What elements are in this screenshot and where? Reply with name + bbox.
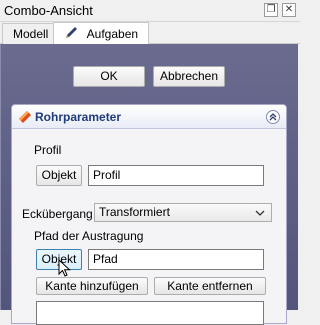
transition-label: Eckübergang bbox=[22, 207, 93, 221]
tab-label: Aufgaben bbox=[86, 27, 139, 41]
add-edge-button[interactable]: Kante hinzufügen bbox=[36, 277, 148, 295]
pipe-icon bbox=[17, 109, 33, 128]
cancel-button[interactable]: Abbrechen bbox=[153, 66, 225, 87]
task-panel: OK Abbrechen Rohrparameter Profil Objekt… bbox=[0, 44, 298, 325]
profile-label: Profil bbox=[34, 143, 62, 157]
collapse-icon[interactable] bbox=[266, 110, 280, 124]
mouse-cursor-icon bbox=[58, 258, 74, 282]
transition-select[interactable]: Transformiert bbox=[94, 203, 272, 222]
tab-label: Modell bbox=[13, 27, 49, 41]
float-icon[interactable]: ❐ bbox=[264, 3, 278, 17]
path-field[interactable]: Pfad bbox=[88, 249, 264, 270]
path-label: Pfad der Austragung bbox=[34, 229, 144, 243]
ok-button[interactable]: OK bbox=[73, 66, 145, 87]
window-title: Combo-Ansicht bbox=[4, 3, 93, 18]
window-titlebar: Combo-Ansicht ❐ ✕ bbox=[0, 0, 300, 22]
pipe-parameters-section: Rohrparameter Profil Objekt Profil Ecküb… bbox=[11, 104, 287, 325]
section-title: Rohrparameter bbox=[35, 110, 122, 124]
profile-field[interactable]: Profil bbox=[88, 165, 264, 186]
edge-list[interactable] bbox=[36, 301, 264, 325]
profile-object-button[interactable]: Objekt bbox=[36, 165, 82, 186]
pen-icon bbox=[64, 26, 80, 43]
section-header: Rohrparameter bbox=[12, 105, 286, 129]
tab-bar: Modell Aufgaben bbox=[0, 22, 300, 45]
transition-value: Transformiert bbox=[99, 205, 170, 219]
tab-modell[interactable]: Modell bbox=[2, 23, 60, 44]
tab-aufgaben[interactable]: Aufgaben bbox=[53, 22, 150, 45]
chevron-down-icon bbox=[255, 206, 265, 223]
close-icon[interactable]: ✕ bbox=[282, 3, 296, 17]
remove-edge-button[interactable]: Kante entfernen bbox=[154, 277, 266, 295]
